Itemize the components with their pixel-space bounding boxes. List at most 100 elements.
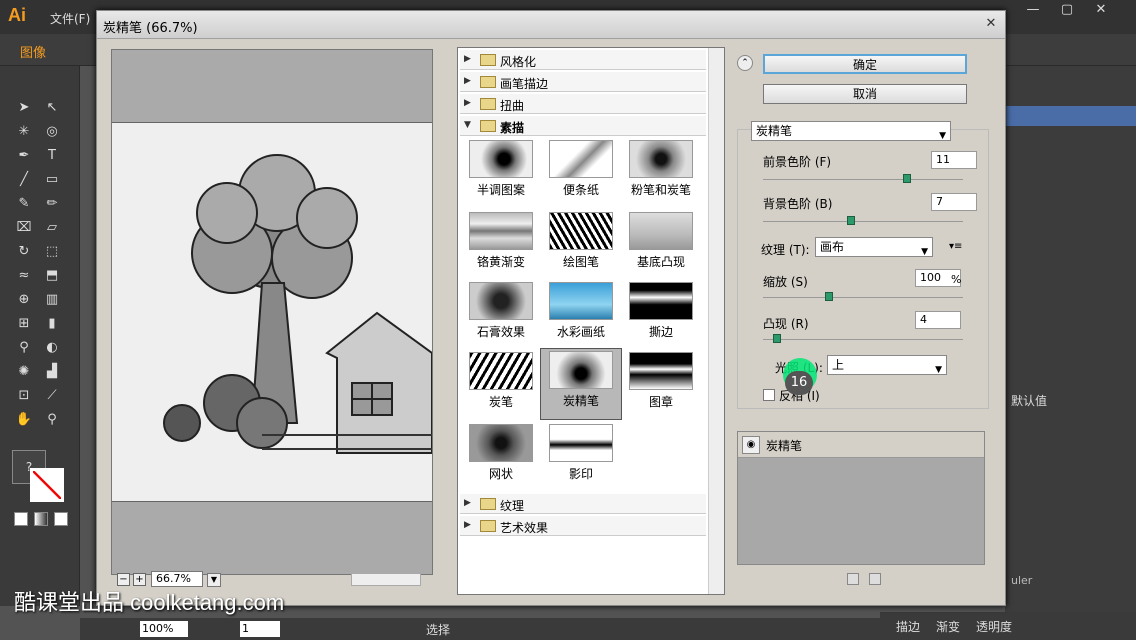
folder-icon bbox=[480, 76, 496, 88]
blob-brush-tool-icon[interactable]: ⌧ bbox=[10, 216, 38, 240]
app-logo: Ai bbox=[8, 5, 26, 25]
menu-file[interactable]: 文件(F) bbox=[50, 10, 90, 27]
shape-builder-tool-icon[interactable]: ⊕ bbox=[10, 288, 38, 312]
minimize-icon[interactable]: — bbox=[1016, 0, 1050, 20]
eye-icon[interactable]: ◉ bbox=[742, 436, 760, 454]
filter-thumbnail[interactable]: 粉笔和炭笔 bbox=[624, 138, 698, 208]
tab-gradient[interactable]: 渐变 bbox=[936, 618, 960, 635]
filter-thumbnail[interactable]: 撕边 bbox=[624, 280, 698, 350]
filter-thumbnail[interactable]: 影印 bbox=[544, 422, 618, 492]
invert-checkbox[interactable] bbox=[763, 389, 775, 401]
artboard-tool-icon[interactable]: ⊡ bbox=[10, 384, 38, 408]
gradient-icon[interactable] bbox=[34, 512, 48, 526]
eyedropper-tool-icon[interactable]: ⚲ bbox=[10, 336, 38, 360]
rectangle-tool-icon[interactable]: ▭ bbox=[38, 168, 66, 192]
stroke-color-icon[interactable] bbox=[30, 468, 64, 502]
background-level-slider[interactable] bbox=[847, 216, 855, 225]
foreground-level-input[interactable]: 11 bbox=[931, 151, 977, 169]
pencil-tool-icon[interactable]: ✏ bbox=[38, 192, 66, 216]
category-texture[interactable]: ▶ 纹理 bbox=[460, 494, 706, 514]
filter-thumbnail-selected[interactable]: 炭精笔 bbox=[540, 348, 622, 420]
paintbrush-tool-icon[interactable]: ✎ bbox=[10, 192, 38, 216]
delete-effect-layer-icon[interactable] bbox=[869, 573, 881, 585]
tab-stroke[interactable]: 描边 bbox=[896, 618, 920, 635]
type-tool-icon[interactable]: T bbox=[38, 144, 66, 168]
mesh-tool-icon[interactable]: ⊞ bbox=[10, 312, 38, 336]
pen-tool-icon[interactable]: ✒ bbox=[10, 144, 38, 168]
rotate-tool-icon[interactable]: ↻ bbox=[10, 240, 38, 264]
hand-tool-icon[interactable]: ✋ bbox=[10, 408, 38, 432]
scale-unit: % bbox=[951, 273, 962, 286]
free-transform-tool-icon[interactable]: ⬒ bbox=[38, 264, 66, 288]
preview-pane[interactable] bbox=[111, 49, 433, 575]
preview-scrollbar[interactable] bbox=[351, 573, 421, 586]
column-graph-tool-icon[interactable]: ▟ bbox=[38, 360, 66, 384]
scale-slider[interactable] bbox=[825, 292, 833, 301]
ok-button[interactable]: 确定 bbox=[763, 54, 967, 74]
relief-slider[interactable] bbox=[773, 334, 781, 343]
filter-thumbnail[interactable]: 铬黄渐变 bbox=[464, 210, 538, 280]
effect-layer-row[interactable]: ◉ 炭精笔 bbox=[738, 432, 984, 458]
texture-menu-icon[interactable]: ▾≡ bbox=[949, 241, 962, 252]
filter-thumbnail[interactable]: 便条纸 bbox=[544, 138, 618, 208]
relief-input[interactable]: 4 bbox=[915, 311, 961, 329]
texture-select[interactable]: 画布 ▼ bbox=[815, 237, 933, 257]
zoom-level[interactable]: 100% bbox=[140, 621, 188, 637]
filter-thumbnail[interactable]: 炭笔 bbox=[464, 350, 538, 420]
close-icon[interactable]: ✕ bbox=[1084, 0, 1118, 20]
warp-tool-icon[interactable]: ≈ bbox=[10, 264, 38, 288]
category-distort[interactable]: ▶ 扭曲 bbox=[460, 94, 706, 114]
filter-thumbnail[interactable]: 图章 bbox=[624, 350, 698, 420]
direct-selection-tool-icon[interactable]: ↖ bbox=[38, 96, 66, 120]
category-artistic[interactable]: ▶ 艺术效果 bbox=[460, 516, 706, 536]
scale-tool-icon[interactable]: ⬚ bbox=[38, 240, 66, 264]
thumbnail-image bbox=[629, 352, 693, 390]
foreground-level-slider[interactable] bbox=[903, 174, 911, 183]
layer-row-highlight[interactable] bbox=[1005, 106, 1136, 126]
eraser-tool-icon[interactable]: ▱ bbox=[38, 216, 66, 240]
right-panels: 默认值 uler bbox=[1005, 66, 1136, 640]
light-select[interactable]: 上 ▼ bbox=[827, 355, 947, 375]
none-icon[interactable] bbox=[54, 512, 68, 526]
chevron-down-icon: ▼ bbox=[935, 365, 942, 375]
symbol-sprayer-tool-icon[interactable]: ✺ bbox=[10, 360, 38, 384]
dialog-close-icon[interactable]: ✕ bbox=[981, 15, 1001, 33]
filter-thumbnail[interactable]: 石膏效果 bbox=[464, 280, 538, 350]
line-tool-icon[interactable]: ╱ bbox=[10, 168, 38, 192]
new-effect-layer-icon[interactable] bbox=[847, 573, 859, 585]
zoom-tool-icon[interactable]: ⚲ bbox=[38, 408, 66, 432]
filter-thumbnail[interactable]: 半调图案 bbox=[464, 138, 538, 208]
category-sketch[interactable]: ▼ 素描 bbox=[460, 116, 706, 136]
cancel-button[interactable]: 取消 bbox=[763, 84, 967, 104]
filter-list-scrollbar[interactable] bbox=[708, 48, 724, 594]
filter-select[interactable]: 炭精笔 ▼ bbox=[751, 121, 951, 141]
ruler-tab[interactable]: uler bbox=[1011, 574, 1032, 587]
filter-thumbnail[interactable]: 基底凸现 bbox=[624, 210, 698, 280]
blend-tool-icon[interactable]: ◐ bbox=[38, 336, 66, 360]
gradient-tool-icon[interactable]: ▮ bbox=[38, 312, 66, 336]
relief-label: 凸现 (R) bbox=[763, 317, 809, 331]
filter-thumbnail[interactable]: 绘图笔 bbox=[544, 210, 618, 280]
document-type-label: 图像 bbox=[20, 46, 47, 61]
preview-image bbox=[112, 122, 432, 502]
filter-thumbnail[interactable]: 水彩画纸 bbox=[544, 280, 618, 350]
collapsed-arrow-icon: ▶ bbox=[464, 76, 471, 86]
restore-icon[interactable]: ▢ bbox=[1050, 0, 1084, 20]
slice-tool-icon[interactable]: ⟋ bbox=[38, 384, 66, 408]
collapsed-arrow-icon: ▶ bbox=[464, 98, 471, 108]
folder-icon bbox=[480, 54, 496, 66]
tab-transparency[interactable]: 透明度 bbox=[976, 618, 1012, 635]
lasso-tool-icon[interactable]: ◎ bbox=[38, 120, 66, 144]
color-icon[interactable] bbox=[14, 512, 28, 526]
collapse-gallery-icon[interactable]: ⌃ bbox=[737, 55, 753, 71]
background-level-input[interactable]: 7 bbox=[931, 193, 977, 211]
category-brush-strokes[interactable]: ▶ 画笔描边 bbox=[460, 72, 706, 92]
graph-tool-icon[interactable]: ▥ bbox=[38, 288, 66, 312]
collapsed-arrow-icon: ▶ bbox=[464, 54, 471, 64]
folder-icon bbox=[480, 98, 496, 110]
selection-tool-icon[interactable]: ➤ bbox=[10, 96, 38, 120]
category-stylize[interactable]: ▶ 风格化 bbox=[460, 50, 706, 70]
filter-thumbnail[interactable]: 网状 bbox=[464, 422, 538, 492]
page-number[interactable]: 1 bbox=[240, 621, 280, 637]
magic-wand-tool-icon[interactable]: ✳ bbox=[10, 120, 38, 144]
